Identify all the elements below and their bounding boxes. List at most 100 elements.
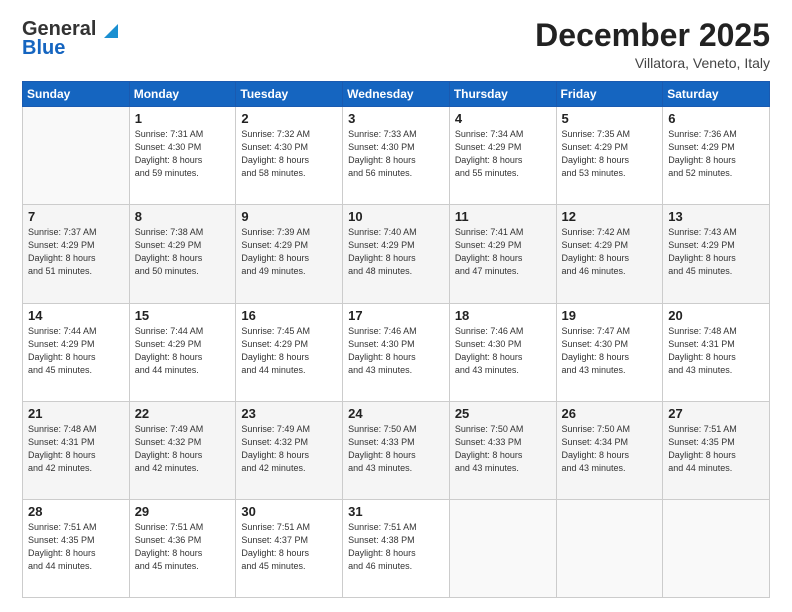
day-number: 3	[348, 111, 444, 126]
day-info: Sunrise: 7:48 AM Sunset: 4:31 PM Dayligh…	[668, 325, 764, 377]
calendar-table: SundayMondayTuesdayWednesdayThursdayFrid…	[22, 81, 770, 598]
calendar-cell: 1Sunrise: 7:31 AM Sunset: 4:30 PM Daylig…	[129, 107, 236, 205]
logo: General Blue	[22, 18, 118, 60]
day-number: 2	[241, 111, 337, 126]
day-number: 9	[241, 209, 337, 224]
day-info: Sunrise: 7:51 AM Sunset: 4:35 PM Dayligh…	[668, 423, 764, 475]
calendar-cell: 21Sunrise: 7:48 AM Sunset: 4:31 PM Dayli…	[23, 401, 130, 499]
day-info: Sunrise: 7:47 AM Sunset: 4:30 PM Dayligh…	[562, 325, 658, 377]
day-info: Sunrise: 7:36 AM Sunset: 4:29 PM Dayligh…	[668, 128, 764, 180]
day-info: Sunrise: 7:32 AM Sunset: 4:30 PM Dayligh…	[241, 128, 337, 180]
calendar-cell: 31Sunrise: 7:51 AM Sunset: 4:38 PM Dayli…	[343, 499, 450, 597]
calendar-cell: 19 Sunrise: 7:47 AM Sunset: 4:30 PM Dayli…	[556, 303, 663, 401]
day-info: Sunrise: 7:51 AM Sunset: 4:35 PM Dayligh…	[28, 521, 124, 573]
calendar-header-thursday: Thursday	[449, 82, 556, 107]
calendar-cell: 20 Sunrise: 7:48 AM Sunset: 4:31 PM Dayli…	[663, 303, 770, 401]
calendar-cell	[23, 107, 130, 205]
calendar-cell: 7Sunrise: 7:37 AM Sunset: 4:29 PM Daylig…	[23, 205, 130, 303]
title-area: December 2025 Villatora, Veneto, Italy	[535, 18, 770, 71]
day-info: Sunrise: 7:42 AM Sunset: 4:29 PM Dayligh…	[562, 226, 658, 278]
day-number: 12	[562, 209, 658, 224]
calendar-cell: 11 Sunrise: 7:41 AM Sunset: 4:29 PM Dayli…	[449, 205, 556, 303]
calendar-cell: 17Sunrise: 7:46 AM Sunset: 4:30 PM Dayli…	[343, 303, 450, 401]
day-info: Sunrise: 7:51 AM Sunset: 4:37 PM Dayligh…	[241, 521, 337, 573]
day-number: 28	[28, 504, 124, 519]
calendar-cell	[556, 499, 663, 597]
day-number: 15	[135, 308, 231, 323]
calendar-cell: 9 Sunrise: 7:39 AM Sunset: 4:29 PM Daylig…	[236, 205, 343, 303]
day-number: 30	[241, 504, 337, 519]
day-number: 4	[455, 111, 551, 126]
day-number: 19	[562, 308, 658, 323]
day-number: 24	[348, 406, 444, 421]
calendar-cell: 13 Sunrise: 7:43 AM Sunset: 4:29 PM Dayli…	[663, 205, 770, 303]
calendar-header-monday: Monday	[129, 82, 236, 107]
calendar-week-row: 28 Sunrise: 7:51 AM Sunset: 4:35 PM Dayli…	[23, 499, 770, 597]
day-number: 20	[668, 308, 764, 323]
calendar-cell: 8 Sunrise: 7:38 AM Sunset: 4:29 PM Daylig…	[129, 205, 236, 303]
day-number: 22	[135, 406, 231, 421]
day-info: Sunrise: 7:50 AM Sunset: 4:34 PM Dayligh…	[562, 423, 658, 475]
day-number: 13	[668, 209, 764, 224]
day-info: Sunrise: 7:34 AM Sunset: 4:29 PM Dayligh…	[455, 128, 551, 180]
day-number: 29	[135, 504, 231, 519]
calendar-cell: 6 Sunrise: 7:36 AM Sunset: 4:29 PM Daylig…	[663, 107, 770, 205]
calendar-header-friday: Friday	[556, 82, 663, 107]
calendar-cell: 14Sunrise: 7:44 AM Sunset: 4:29 PM Dayli…	[23, 303, 130, 401]
calendar-cell: 29 Sunrise: 7:51 AM Sunset: 4:36 PM Dayli…	[129, 499, 236, 597]
calendar-cell: 23 Sunrise: 7:49 AM Sunset: 4:32 PM Dayli…	[236, 401, 343, 499]
calendar-week-row: 1Sunrise: 7:31 AM Sunset: 4:30 PM Daylig…	[23, 107, 770, 205]
day-info: Sunrise: 7:43 AM Sunset: 4:29 PM Dayligh…	[668, 226, 764, 278]
calendar-cell: 18 Sunrise: 7:46 AM Sunset: 4:30 PM Dayli…	[449, 303, 556, 401]
day-number: 27	[668, 406, 764, 421]
day-info: Sunrise: 7:51 AM Sunset: 4:36 PM Dayligh…	[135, 521, 231, 573]
calendar-week-row: 7Sunrise: 7:37 AM Sunset: 4:29 PM Daylig…	[23, 205, 770, 303]
day-info: Sunrise: 7:41 AM Sunset: 4:29 PM Dayligh…	[455, 226, 551, 278]
day-number: 14	[28, 308, 124, 323]
calendar-cell	[449, 499, 556, 597]
day-info: Sunrise: 7:40 AM Sunset: 4:29 PM Dayligh…	[348, 226, 444, 278]
calendar-cell: 25Sunrise: 7:50 AM Sunset: 4:33 PM Dayli…	[449, 401, 556, 499]
calendar-cell: 10 Sunrise: 7:40 AM Sunset: 4:29 PM Dayli…	[343, 205, 450, 303]
day-number: 8	[135, 209, 231, 224]
calendar-cell: 26 Sunrise: 7:50 AM Sunset: 4:34 PM Dayli…	[556, 401, 663, 499]
day-info: Sunrise: 7:45 AM Sunset: 4:29 PM Dayligh…	[241, 325, 337, 377]
day-number: 26	[562, 406, 658, 421]
day-info: Sunrise: 7:38 AM Sunset: 4:29 PM Dayligh…	[135, 226, 231, 278]
calendar-header-row: SundayMondayTuesdayWednesdayThursdayFrid…	[23, 82, 770, 107]
day-info: Sunrise: 7:46 AM Sunset: 4:30 PM Dayligh…	[348, 325, 444, 377]
calendar-cell: 5Sunrise: 7:35 AM Sunset: 4:29 PM Daylig…	[556, 107, 663, 205]
logo-blue: Blue	[22, 37, 65, 60]
day-number: 7	[28, 209, 124, 224]
calendar-header-sunday: Sunday	[23, 82, 130, 107]
day-info: Sunrise: 7:49 AM Sunset: 4:32 PM Dayligh…	[135, 423, 231, 475]
day-number: 18	[455, 308, 551, 323]
day-number: 23	[241, 406, 337, 421]
day-info: Sunrise: 7:46 AM Sunset: 4:30 PM Dayligh…	[455, 325, 551, 377]
day-info: Sunrise: 7:49 AM Sunset: 4:32 PM Dayligh…	[241, 423, 337, 475]
calendar-cell: 15 Sunrise: 7:44 AM Sunset: 4:29 PM Dayli…	[129, 303, 236, 401]
day-info: Sunrise: 7:39 AM Sunset: 4:29 PM Dayligh…	[241, 226, 337, 278]
calendar-cell: 3Sunrise: 7:33 AM Sunset: 4:30 PM Daylig…	[343, 107, 450, 205]
day-info: Sunrise: 7:31 AM Sunset: 4:30 PM Dayligh…	[135, 128, 231, 180]
month-title: December 2025	[535, 18, 770, 53]
page: General Blue December 2025 Villatora, Ve…	[0, 0, 792, 612]
day-number: 6	[668, 111, 764, 126]
calendar-header-tuesday: Tuesday	[236, 82, 343, 107]
calendar-cell	[663, 499, 770, 597]
location-subtitle: Villatora, Veneto, Italy	[535, 55, 770, 71]
day-info: Sunrise: 7:50 AM Sunset: 4:33 PM Dayligh…	[455, 423, 551, 475]
header: General Blue December 2025 Villatora, Ve…	[22, 18, 770, 71]
day-info: Sunrise: 7:51 AM Sunset: 4:38 PM Dayligh…	[348, 521, 444, 573]
calendar-cell: 27 Sunrise: 7:51 AM Sunset: 4:35 PM Dayli…	[663, 401, 770, 499]
day-number: 11	[455, 209, 551, 224]
calendar-week-row: 21Sunrise: 7:48 AM Sunset: 4:31 PM Dayli…	[23, 401, 770, 499]
logo-triangle-icon	[98, 20, 118, 40]
calendar-cell: 28 Sunrise: 7:51 AM Sunset: 4:35 PM Dayli…	[23, 499, 130, 597]
day-number: 16	[241, 308, 337, 323]
day-number: 10	[348, 209, 444, 224]
calendar-cell: 30 Sunrise: 7:51 AM Sunset: 4:37 PM Dayli…	[236, 499, 343, 597]
day-info: Sunrise: 7:35 AM Sunset: 4:29 PM Dayligh…	[562, 128, 658, 180]
day-info: Sunrise: 7:44 AM Sunset: 4:29 PM Dayligh…	[135, 325, 231, 377]
calendar-cell: 16 Sunrise: 7:45 AM Sunset: 4:29 PM Dayli…	[236, 303, 343, 401]
